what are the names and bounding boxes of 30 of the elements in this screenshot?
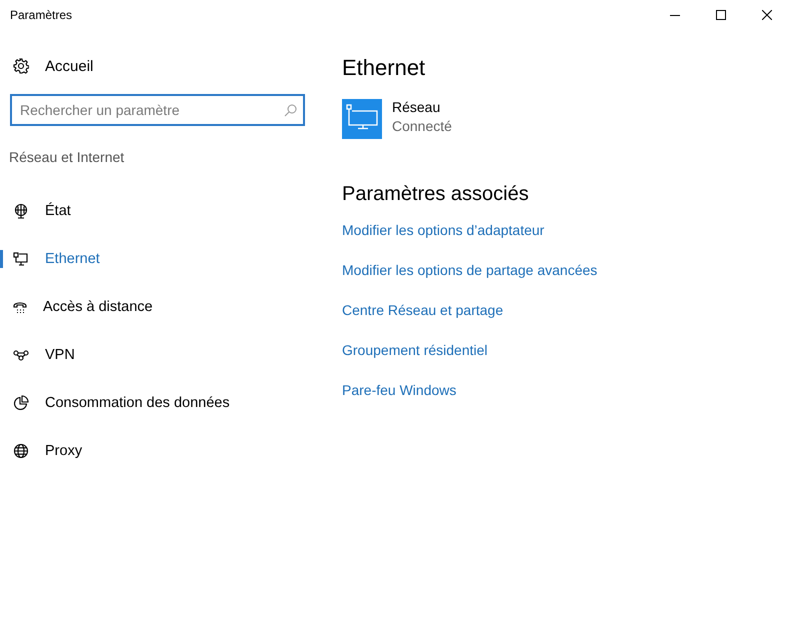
settings-link[interactable]: Groupement résidentiel (342, 340, 488, 380)
phone-icon (13, 300, 27, 314)
pie-chart-icon (13, 395, 29, 411)
window-title: Paramètres (10, 8, 72, 22)
nav-item[interactable]: Proxy (0, 427, 330, 475)
related-settings-heading: Paramètres associés (342, 183, 530, 206)
settings-link[interactable]: Pare-feu Windows (342, 380, 456, 420)
network-name: Réseau (392, 99, 442, 115)
nav-item[interactable]: Accès à distance (0, 283, 330, 331)
maximize-icon (716, 10, 726, 20)
search-field[interactable]: Rechercher un paramètre (10, 94, 305, 126)
close-icon (762, 10, 772, 20)
nav-item[interactable]: Consommation des données (0, 379, 330, 427)
home-link[interactable]: Accueil (0, 49, 330, 83)
nav-item[interactable]: Ethernet (0, 235, 330, 283)
search-icon (284, 104, 297, 117)
nav-item[interactable]: État (0, 187, 330, 235)
settings-link[interactable]: Modifier les options de partage avancées (342, 260, 598, 300)
monitor-icon (13, 252, 29, 266)
settings-link[interactable]: Centre Réseau et partage (342, 300, 504, 340)
page-title: Ethernet (342, 55, 426, 81)
network-status: Connecté (392, 118, 452, 134)
network-nodes-icon (13, 349, 29, 361)
globe-icon (13, 443, 29, 459)
section-heading: Réseau et Internet (9, 149, 126, 165)
globe-monitor-icon (13, 203, 29, 219)
network-tile-icon[interactable] (342, 99, 382, 139)
settings-link[interactable]: Modifier les options d’adaptateur (342, 220, 544, 260)
nav-item[interactable]: VPN (0, 331, 330, 379)
settings-icon (13, 58, 29, 74)
